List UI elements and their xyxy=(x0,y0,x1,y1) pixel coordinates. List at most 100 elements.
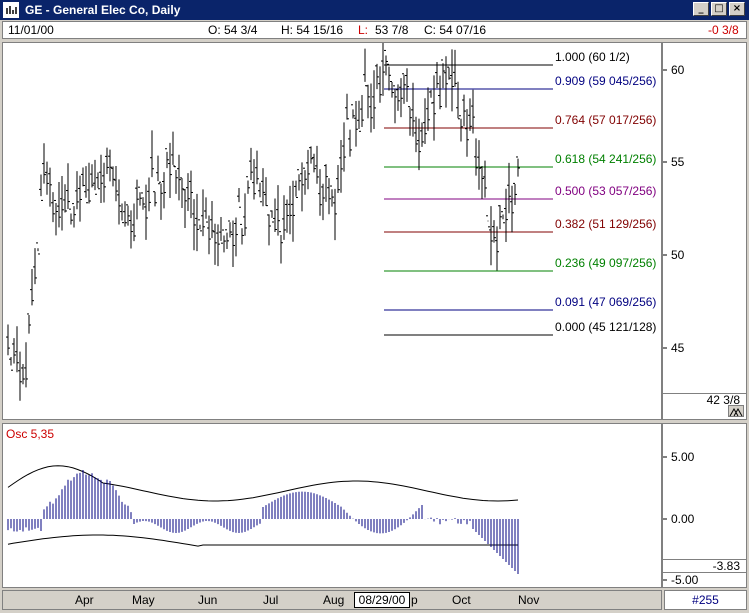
price-bar xyxy=(156,155,160,185)
price-bar xyxy=(366,84,370,119)
price-bar xyxy=(378,66,382,103)
month-label: Jul xyxy=(263,593,279,607)
price-bar xyxy=(225,229,229,250)
fib-level-label: 1.000 (60 1/2) xyxy=(555,50,630,64)
price-bar xyxy=(42,143,46,184)
y-tick-label: 50 xyxy=(671,248,685,262)
oscillator-panel[interactable]: Osc 5,35 xyxy=(2,423,662,588)
fib-level-label: 0.500 (53 057/256) xyxy=(555,184,656,198)
price-bar xyxy=(102,162,106,203)
price-bar xyxy=(27,313,31,334)
minimize-button[interactable]: _ xyxy=(693,2,709,16)
price-bar xyxy=(147,177,151,212)
price-bar xyxy=(30,268,34,306)
price-bar xyxy=(117,179,121,225)
price-bar xyxy=(498,205,502,230)
price-bar xyxy=(228,220,232,238)
price-bar xyxy=(48,167,52,207)
price-bar xyxy=(363,48,367,87)
price-bar xyxy=(345,93,349,120)
price-bar xyxy=(411,82,415,137)
price-bar xyxy=(258,182,262,203)
price-bar xyxy=(324,164,328,202)
price-bar xyxy=(60,175,64,231)
price-bar xyxy=(180,177,184,208)
price-bar xyxy=(507,162,511,214)
price-chart-panel[interactable]: 1.000 (60 1/2) 0.909 (59 045/256) 0.764 (5… xyxy=(2,42,662,420)
price-bar xyxy=(21,363,25,385)
price-bar xyxy=(339,140,343,193)
price-bar xyxy=(486,215,490,228)
price-bar xyxy=(9,356,13,371)
price-bar xyxy=(261,168,265,207)
title-bar[interactable]: GE - General Elec Co, Daily _ □ × xyxy=(0,0,749,20)
date-cursor-readout[interactable]: 08/29/00 xyxy=(354,592,410,608)
y-tick-label: 45 xyxy=(671,341,685,355)
fib-level-label: 0.236 (49 097/256) xyxy=(555,256,656,270)
month-label: Apr xyxy=(75,593,94,607)
price-bar xyxy=(84,166,88,204)
price-bar xyxy=(204,197,208,223)
osc-y-tick-label: 0.00 xyxy=(671,512,695,526)
price-bar xyxy=(354,100,358,147)
window-title: GE - General Elec Co, Daily xyxy=(25,3,181,17)
osc-axis-panel: 5.00 0.00 -5.00 -3.83 xyxy=(662,423,747,588)
price-bar xyxy=(312,153,316,173)
scale-toggle-icon[interactable] xyxy=(728,405,744,417)
quote-open: O: 54 3/4 xyxy=(208,23,258,37)
month-label: p xyxy=(411,593,418,607)
quote-date: 11/01/00 xyxy=(8,23,54,37)
price-bar xyxy=(300,162,304,212)
price-bar xyxy=(360,94,364,128)
price-bar xyxy=(183,188,187,229)
price-bar xyxy=(438,75,442,110)
price-bar xyxy=(111,166,115,187)
fib-level-label: 0.000 (45 121/128) xyxy=(555,320,656,334)
price-bar xyxy=(18,351,22,401)
oscillator-chart xyxy=(7,465,519,574)
price-bar xyxy=(63,184,67,213)
price-bar xyxy=(192,199,196,251)
price-bar xyxy=(381,43,385,96)
price-bar xyxy=(252,159,256,200)
price-bar xyxy=(429,89,433,104)
price-bar xyxy=(399,78,403,118)
date-axis[interactable]: Apr May Jun Jul Aug p Oct Nov 08/29/00 xyxy=(2,590,662,610)
price-bar xyxy=(267,214,271,246)
price-bar xyxy=(510,185,514,233)
price-bar xyxy=(186,173,190,211)
month-label: Aug xyxy=(323,593,345,607)
price-bar xyxy=(456,81,460,120)
price-bar xyxy=(414,116,418,153)
price-bar xyxy=(33,248,37,285)
price-bar xyxy=(492,220,496,243)
price-bar xyxy=(453,49,457,87)
price-bar xyxy=(336,165,340,193)
price-bar xyxy=(495,226,499,271)
price-bar xyxy=(45,161,49,195)
price-bar xyxy=(105,147,109,174)
osc-last-value: -3.83 xyxy=(663,559,746,573)
month-label: May xyxy=(132,593,155,607)
price-bar xyxy=(234,217,238,257)
price-bar xyxy=(69,208,73,225)
price-bar xyxy=(342,122,346,172)
price-bar xyxy=(6,324,10,356)
price-bar xyxy=(282,195,286,240)
price-axis-panel: 60 55 50 45 42 3/8 xyxy=(662,42,747,420)
price-bar xyxy=(249,147,253,181)
price-bar xyxy=(477,140,481,190)
osc-y-tick-label: 5.00 xyxy=(671,450,695,464)
quote-change: -0 3/8 xyxy=(708,23,739,37)
price-bar xyxy=(297,169,301,191)
maximize-button[interactable]: □ xyxy=(711,2,727,16)
price-bar xyxy=(90,164,94,188)
price-bar xyxy=(135,179,139,220)
month-label: Oct xyxy=(452,593,471,607)
price-bar xyxy=(189,170,193,219)
price-bar xyxy=(465,109,469,157)
price-bar xyxy=(195,193,199,252)
close-button[interactable]: × xyxy=(729,2,745,16)
price-bar xyxy=(393,85,397,124)
price-bar xyxy=(294,180,298,198)
